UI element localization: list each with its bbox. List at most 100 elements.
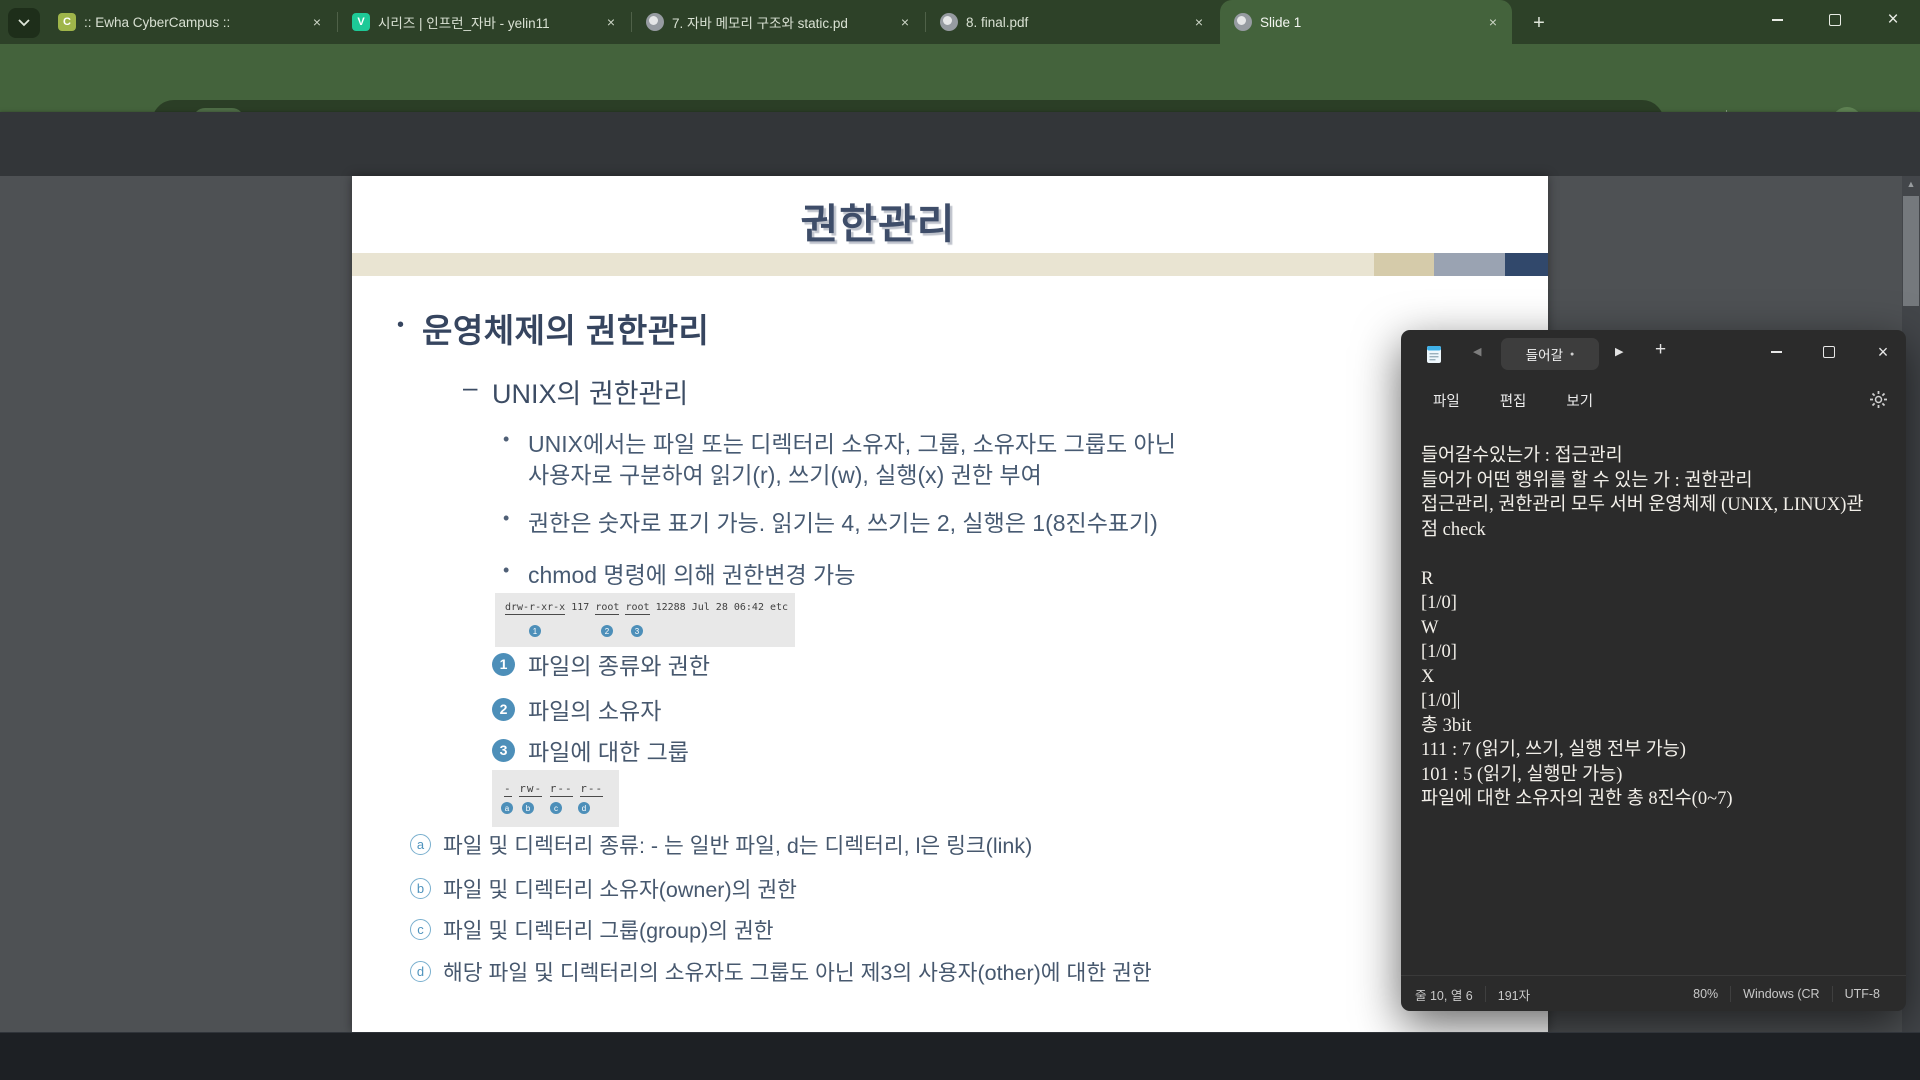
text-line: 점 check (1421, 519, 1486, 540)
text-line (1421, 542, 1889, 567)
numbered-item: 1 파일의 종류와 권한 (492, 647, 710, 681)
notepad-window: ◀ 들어갈 ● ▶ + × 파일 편집 보기 들어갈수있는가 : 접근관리 들어… (1401, 330, 1906, 1011)
deco-bar-beige (352, 253, 1374, 276)
text-line: 들어갈수있는가 : 접근관리 (1421, 446, 1623, 466)
marker-c-icon: c (550, 802, 562, 814)
numbered-item: 3 파일에 대한 그룹 (492, 733, 689, 767)
tab-close-icon[interactable]: × (896, 13, 914, 31)
notepad-status-bar: 줄 10, 열 6 191자 80% Windows (CR UTF-8 (1401, 975, 1906, 1011)
line-ending-label: Windows (CR (1743, 987, 1820, 1001)
velog-favicon: V (352, 13, 370, 31)
menu-view[interactable]: 보기 (1558, 386, 1601, 415)
window-restore-button[interactable] (1812, 0, 1858, 40)
browser-toolbar: 파일 C:/Users/82105/Downloads/2장%20시스템보안%2… (0, 44, 1920, 144)
unsaved-dot-icon: ● (1570, 350, 1575, 358)
ls-output-box: drw-r-xr-x 117 root root 12288 Jul 28 06… (495, 593, 795, 647)
text-line: 들어가 어떤 행위를 할 수 있는 가 : 권한관리 (1421, 470, 1753, 491)
tab-scroll-right-icon[interactable]: ▶ (1615, 345, 1623, 358)
tab-search-button[interactable] (8, 8, 40, 38)
text-line: [1/0] (1421, 689, 1889, 714)
maximize-icon (1823, 346, 1835, 358)
circled-number-icon: 1 (492, 652, 515, 676)
circled-letter-icon: a (410, 834, 431, 855)
circled-letter-icon: b (410, 878, 431, 899)
text-line: R (1421, 568, 1434, 589)
slide-bullet3: chmod 명령에 의해 권한변경 가능 (528, 562, 856, 588)
ls-output-line: drw-r-xr-x 117 root root 12288 Jul 28 06… (505, 602, 789, 615)
browser-tab-strip: C :: Ewha CyberCampus :: × V 시리즈 | 인프런_자… (0, 0, 1920, 44)
dash-icon: – (463, 372, 478, 402)
tab-title: Slide 1 (1260, 14, 1302, 30)
circled-number-icon: 2 (492, 697, 515, 721)
notepad-document-tab[interactable]: 들어갈 ● (1501, 338, 1599, 370)
text-line: 파일에 대한 소유자의 권한 총 8진수(0~7) (1421, 789, 1733, 809)
tab-close-icon[interactable]: × (1484, 13, 1502, 31)
settings-gear-icon[interactable] (1869, 390, 1888, 409)
permission-string-line: - rw- r-- r-- (504, 782, 604, 797)
lettered-item: a 파일 및 디렉터리 종류: - 는 일반 파일, d는 디렉터리, l은 링… (410, 829, 1032, 860)
ewha-favicon: C (58, 13, 76, 31)
tab-title: 7. 자바 메모리 구조와 static.pd (672, 16, 848, 31)
marker-d-icon: d (578, 802, 590, 814)
zoom-label: 80% (1693, 987, 1719, 1001)
window-close-button[interactable]: × (1870, 0, 1916, 40)
pdf-globe-favicon (940, 13, 958, 31)
notepad-minimize-button[interactable] (1753, 330, 1799, 374)
tab-close-icon[interactable]: × (308, 13, 326, 31)
chevron-down-icon (18, 19, 30, 27)
lettered-item: b 파일 및 디렉터리 소유자(owner)의 권한 (410, 873, 797, 904)
lettered-item: d 해당 파일 및 디렉터리의 소유자도 그룹도 아닌 제3의 사용자(othe… (410, 956, 1152, 987)
new-tab-button[interactable]: + (1524, 8, 1554, 38)
tab-java-memory-pdf[interactable]: 7. 자바 메모리 구조와 static.pd × (632, 0, 924, 44)
taskbar: 7°C 맑음 검색 (0, 1032, 1920, 1080)
notepad-menubar: 파일 편집 보기 (1401, 378, 1906, 422)
bullet-icon: • (503, 560, 510, 580)
deco-bar-gray (1434, 253, 1505, 276)
tab-close-icon[interactable]: × (1190, 13, 1208, 31)
menu-file[interactable]: 파일 (1425, 386, 1468, 415)
tab-title: :: Ewha CyberCampus :: (84, 14, 231, 30)
screen: C :: Ewha CyberCampus :: × V 시리즈 | 인프런_자… (0, 0, 1920, 1080)
marker-b-icon: b (522, 802, 534, 814)
tab-ewha-cybercampus[interactable]: C :: Ewha CyberCampus :: × (44, 0, 336, 44)
tab-scroll-left-icon[interactable]: ◀ (1473, 345, 1481, 358)
marker-a-icon: a (501, 802, 513, 814)
slide-bullet1-line1: UNIX에서는 파일 또는 디렉터리 소유자, 그룹, 소유자도 그룹도 아닌 (528, 431, 1176, 457)
text-line: [1/0] (1421, 642, 1457, 662)
slide-title: 권한관리 (800, 201, 956, 247)
tab-velog-series[interactable]: V 시리즈 | 인프런_자바 - yelin11 × (338, 0, 630, 44)
tab-slide1-active[interactable]: Slide 1 × (1220, 0, 1512, 44)
notepad-text-area[interactable]: 들어갈수있는가 : 접근관리 들어가 어떤 행위를 할 수 있는 가 : 권한관… (1421, 444, 1889, 812)
deco-bar-tan (1374, 253, 1434, 276)
notepad-app-icon (1427, 346, 1441, 363)
pdf-scrollbar-thumb[interactable] (1903, 196, 1919, 306)
encoding-label: UTF-8 (1844, 987, 1880, 1001)
window-minimize-button[interactable] (1754, 0, 1800, 40)
char-count-label: 191자 (1497, 988, 1531, 1003)
marker-2-icon: 2 (601, 625, 613, 637)
numbered-item: 2 파일의 소유자 (492, 692, 661, 726)
deco-bar-navy (1505, 253, 1548, 276)
menu-edit[interactable]: 편집 (1492, 386, 1535, 415)
restore-icon (1829, 14, 1841, 26)
tab-close-icon[interactable]: × (602, 13, 620, 31)
marker-3-icon: 3 (631, 625, 643, 637)
text-line: 101 : 5 (읽기, 실행만 가능) (1421, 764, 1623, 785)
marker-1-icon: 1 (529, 625, 541, 637)
slide-heading2: UNIX의 권한관리 (492, 379, 689, 409)
notepad-close-button[interactable]: × (1860, 330, 1906, 374)
tab-title: 시리즈 | 인프런_자바 - yelin11 (378, 16, 550, 31)
scroll-up-icon[interactable]: ▲ (1902, 176, 1920, 192)
circled-letter-icon: d (410, 961, 431, 982)
tab-final-pdf[interactable]: 8. final.pdf × (926, 0, 1218, 44)
circled-number-icon: 3 (492, 738, 515, 762)
lettered-item: c 파일 및 디렉터리 그룹(group)의 권한 (410, 914, 774, 945)
notepad-maximize-button[interactable] (1806, 330, 1852, 374)
notepad-new-tab-button[interactable]: + (1655, 339, 1666, 361)
pdf-globe-favicon (646, 13, 664, 31)
slide-bullet1-line2: 사용자로 구분하여 읽기(r), 쓰기(w), 실행(x) 권한 부여 (528, 462, 1042, 488)
text-line: 111 : 7 (읽기, 쓰기, 실행 전부 가능) (1421, 740, 1686, 760)
cursor-position-label: 줄 10, 열 6 (1415, 988, 1473, 1003)
text-cursor (1457, 690, 1460, 709)
text-line: W (1421, 617, 1439, 638)
